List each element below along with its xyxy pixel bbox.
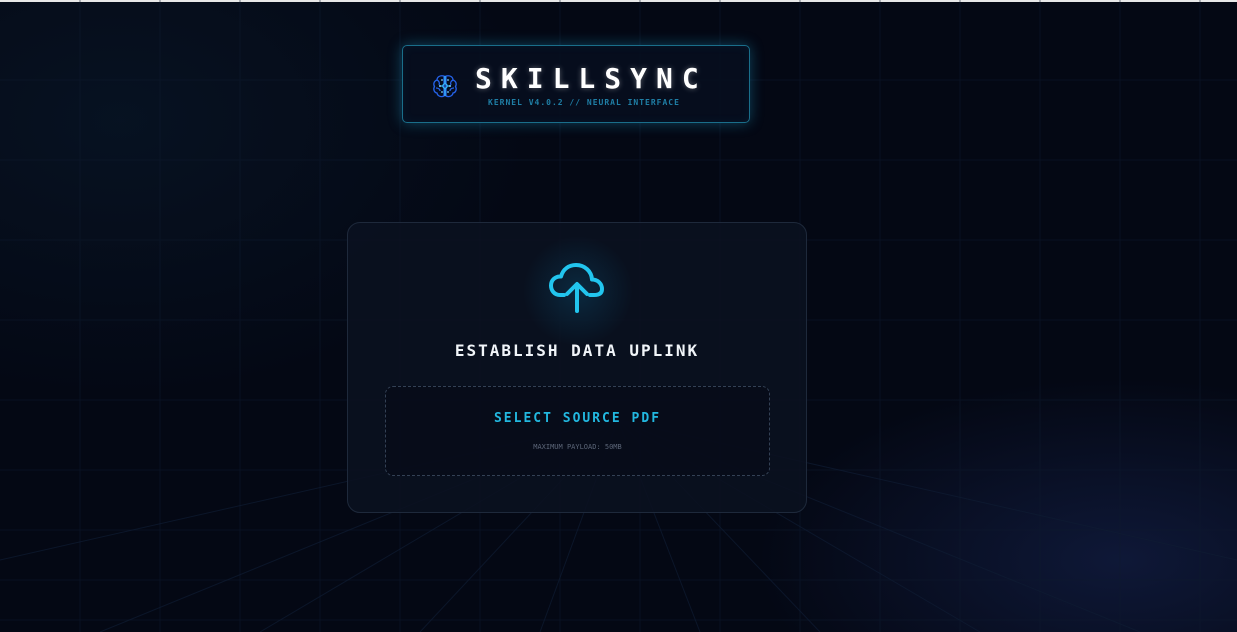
- page-background: SKILLSYNC KERNEL V4.0.2 // NEURAL INTERF…: [0, 0, 1237, 632]
- upload-card: ESTABLISH DATA UPLINK SELECT SOURCE PDF …: [347, 222, 807, 513]
- select-source-pdf-button[interactable]: SELECT SOURCE PDF: [386, 411, 769, 426]
- brand-header: SKILLSYNC KERNEL V4.0.2 // NEURAL INTERF…: [402, 45, 750, 123]
- pdf-dropzone[interactable]: SELECT SOURCE PDF MAXIMUM PAYLOAD: 50MB: [385, 386, 770, 476]
- app-title: SKILLSYNC: [475, 62, 708, 95]
- app-version-subtitle: KERNEL V4.0.2 // NEURAL INTERFACE: [488, 98, 680, 107]
- max-payload-hint: MAXIMUM PAYLOAD: 50MB: [533, 443, 622, 451]
- cloud-upload-icon: [549, 263, 604, 313]
- brain-icon: [433, 75, 457, 98]
- upload-title: ESTABLISH DATA UPLINK: [454, 341, 700, 360]
